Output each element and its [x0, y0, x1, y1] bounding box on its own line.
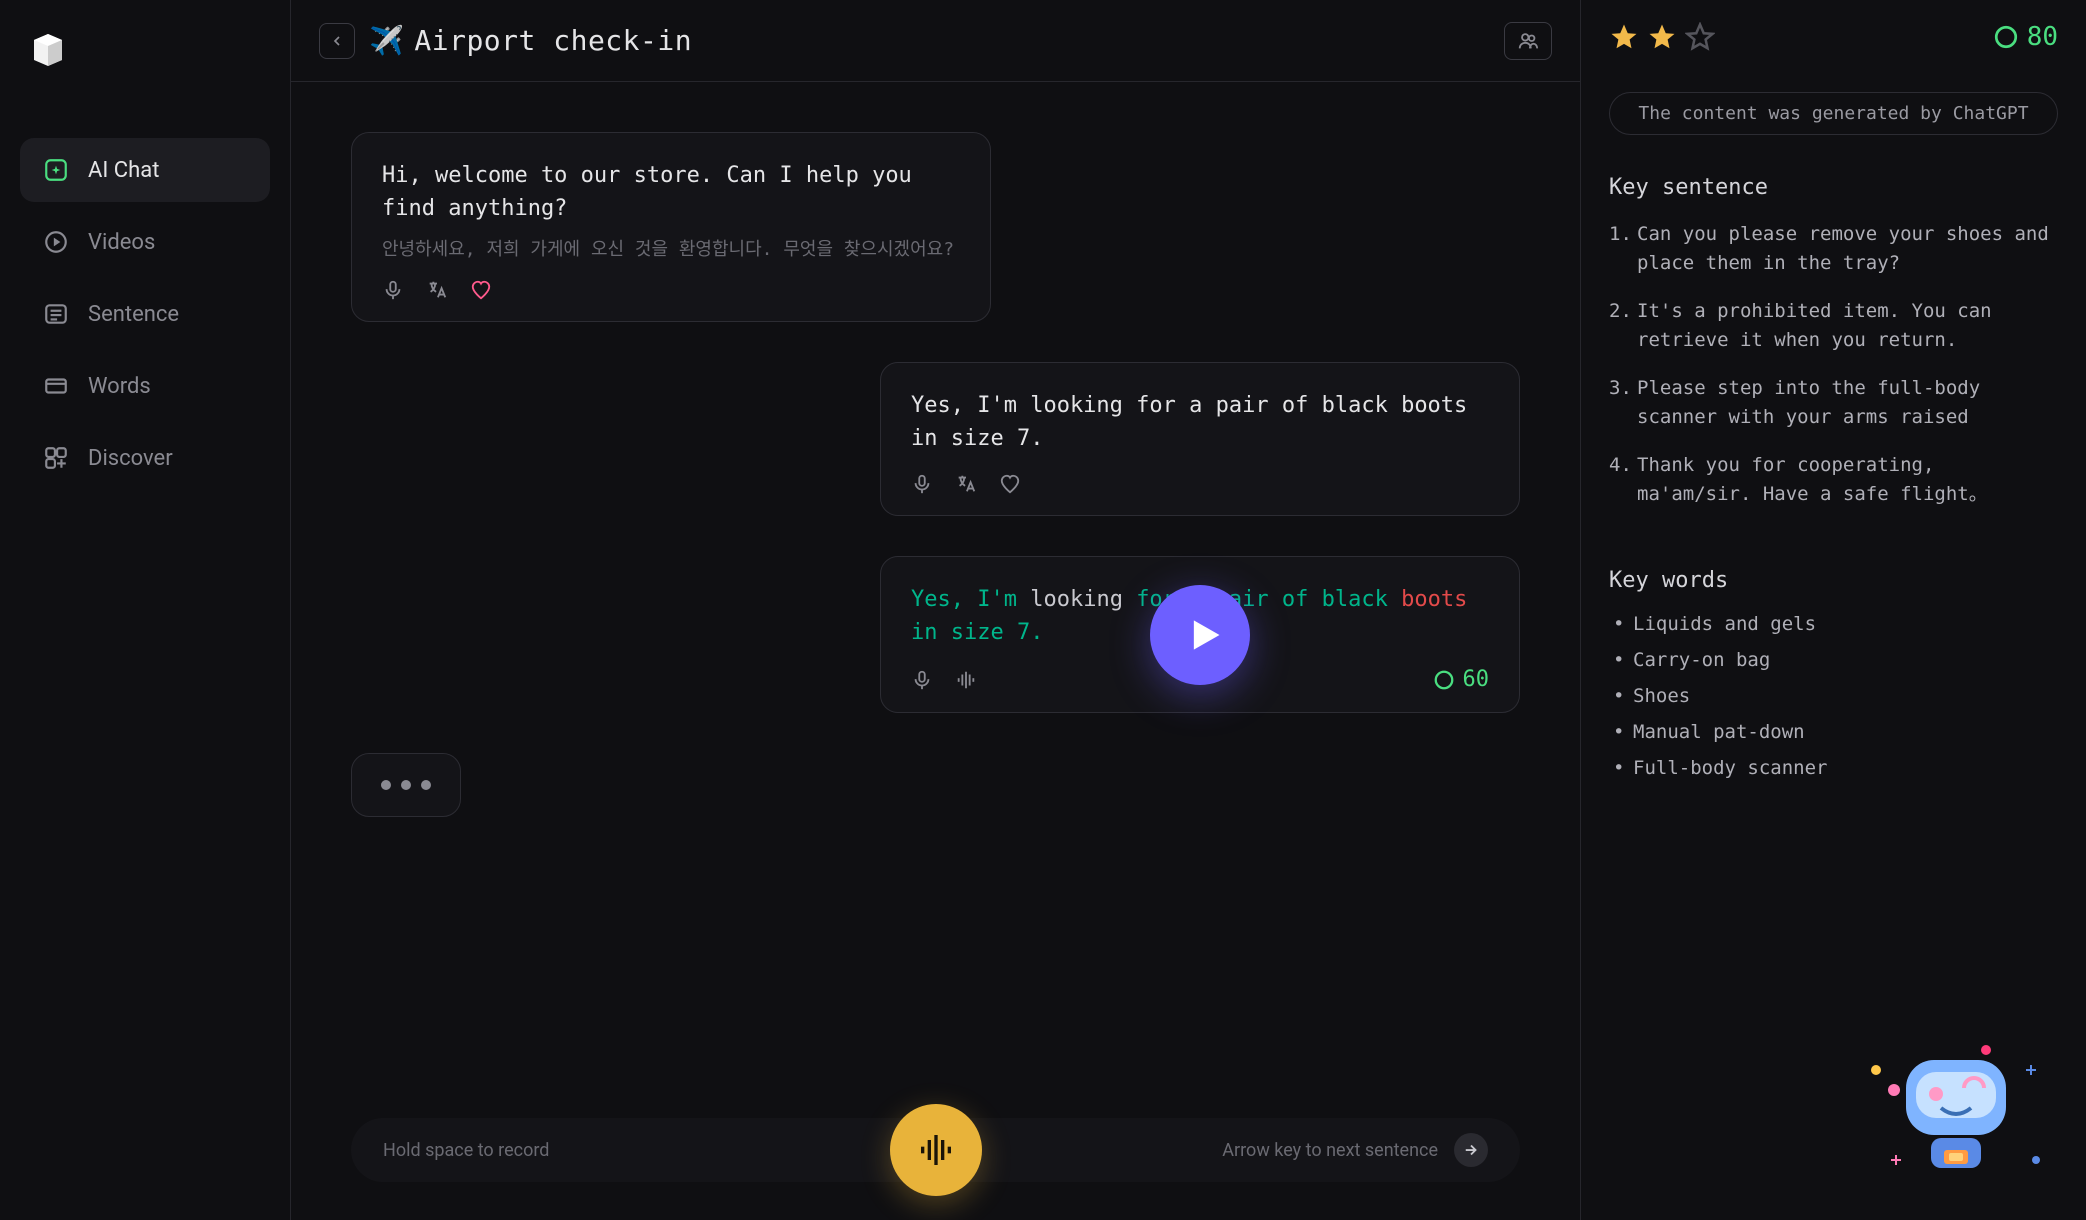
play-circle-icon — [42, 228, 70, 256]
system-message-bubble: Hi, welcome to our store. Can I help you… — [351, 132, 991, 322]
message-text: Yes, I'm looking for a pair of black boo… — [911, 389, 1489, 455]
nav-discover[interactable]: Discover — [20, 426, 270, 490]
key-sentence-item: It's a prohibited item. You can retrieve… — [1609, 297, 2058, 356]
title-text: Airport check-in — [414, 24, 692, 57]
nav-words[interactable]: Words — [20, 354, 270, 418]
sentence-score: 60 — [1433, 667, 1490, 692]
practice-word: in — [911, 620, 951, 645]
mic-icon[interactable] — [911, 669, 933, 691]
record-button[interactable] — [890, 1104, 982, 1196]
key-sentence-item: Can you please remove your shoes and pla… — [1609, 220, 2058, 279]
back-button[interactable] — [319, 23, 355, 59]
conversation-area: Hi, welcome to our store. Can I help you… — [291, 82, 1580, 1080]
star-icon — [1609, 22, 1639, 52]
practice-bubble: Yes, I'm looking for a pair of black boo… — [880, 556, 1520, 713]
discover-icon — [42, 444, 70, 472]
practice-word: of — [1282, 587, 1322, 612]
nav-label: Words — [88, 374, 151, 399]
key-words-list: Liquids and gels Carry-on bag Shoes Manual … — [1609, 613, 2058, 793]
robot-illustration — [1836, 1010, 2056, 1190]
card-icon — [42, 372, 70, 400]
heart-icon[interactable] — [470, 279, 492, 301]
title-emoji: ✈️ — [369, 24, 404, 57]
mic-icon[interactable] — [911, 473, 933, 495]
nav-ai-chat[interactable]: AI Chat — [20, 138, 270, 202]
topbar: ✈️ Airport check-in — [291, 0, 1580, 82]
star-icon — [1647, 22, 1677, 52]
nav-label: AI Chat — [88, 158, 159, 183]
key-word-item: Manual pat-down — [1609, 721, 2058, 743]
generation-notice: The content was generated by ChatGPT — [1609, 92, 2057, 135]
footer-hint-right: Arrow key to next sentence — [1222, 1140, 1438, 1161]
key-sentence-heading: Key sentence — [1609, 175, 2058, 200]
play-button[interactable] — [1150, 585, 1250, 685]
practice-word: 7. — [1017, 620, 1044, 645]
nav-label: Videos — [88, 230, 155, 255]
star-icon — [1685, 22, 1715, 52]
key-sentence-item: Please step into the full-body scanner w… — [1609, 374, 2058, 433]
nav-videos[interactable]: Videos — [20, 210, 270, 274]
mic-icon[interactable] — [382, 279, 404, 301]
translate-icon[interactable] — [955, 473, 977, 495]
heart-icon[interactable] — [999, 473, 1021, 495]
practice-word: I'm — [977, 587, 1030, 612]
score-value: 60 — [1463, 667, 1490, 692]
rating-stars — [1609, 22, 1715, 52]
practice-word: Yes, — [911, 587, 977, 612]
nav-sentence[interactable]: Sentence — [20, 282, 270, 346]
user-message-bubble: Yes, I'm looking for a pair of black boo… — [880, 362, 1520, 516]
key-word-item: Shoes — [1609, 685, 2058, 707]
message-text: Hi, welcome to our store. Can I help you… — [382, 159, 960, 225]
key-word-item: Carry-on bag — [1609, 649, 2058, 671]
nav-label: Sentence — [88, 302, 179, 327]
key-word-item: Full-body scanner — [1609, 757, 2058, 779]
members-button[interactable] — [1504, 22, 1552, 60]
translate-icon[interactable] — [426, 279, 448, 301]
main-panel: ✈️ Airport check-in Hi, welcome to our s… — [290, 0, 1581, 1220]
practice-word: looking — [1030, 587, 1136, 612]
key-sentence-item: Thank you for cooperating, ma'am/sir. Ha… — [1609, 451, 2058, 510]
chat-sparkle-icon — [42, 156, 70, 184]
next-button[interactable] — [1454, 1133, 1488, 1167]
sidebar: AI Chat Videos Sentence Words Discover — [0, 0, 290, 1220]
waveform-icon[interactable] — [955, 669, 977, 691]
right-panel: 80 The content was generated by ChatGPT … — [1581, 0, 2086, 1220]
typing-indicator — [351, 753, 461, 817]
key-sentences-list: Can you please remove your shoes and pla… — [1609, 220, 2058, 528]
nav-label: Discover — [88, 446, 173, 471]
page-title: ✈️ Airport check-in — [369, 24, 692, 57]
key-words-heading: Key words — [1609, 568, 2058, 593]
footer-hint-left: Hold space to record — [383, 1140, 549, 1161]
practice-word: black — [1322, 587, 1401, 612]
footer: Hold space to record Arrow key to next s… — [291, 1080, 1580, 1220]
overall-score-value: 80 — [2027, 22, 2058, 52]
practice-word: size — [951, 620, 1017, 645]
key-word-item: Liquids and gels — [1609, 613, 2058, 635]
overall-score: 80 — [1993, 22, 2058, 52]
app-logo — [28, 30, 68, 70]
message-translation: 안녕하세요, 저희 가게에 오신 것을 환영합니다. 무엇을 찾으시겠어요? — [382, 235, 960, 261]
text-lines-icon — [42, 300, 70, 328]
practice-word: boots — [1401, 587, 1467, 612]
